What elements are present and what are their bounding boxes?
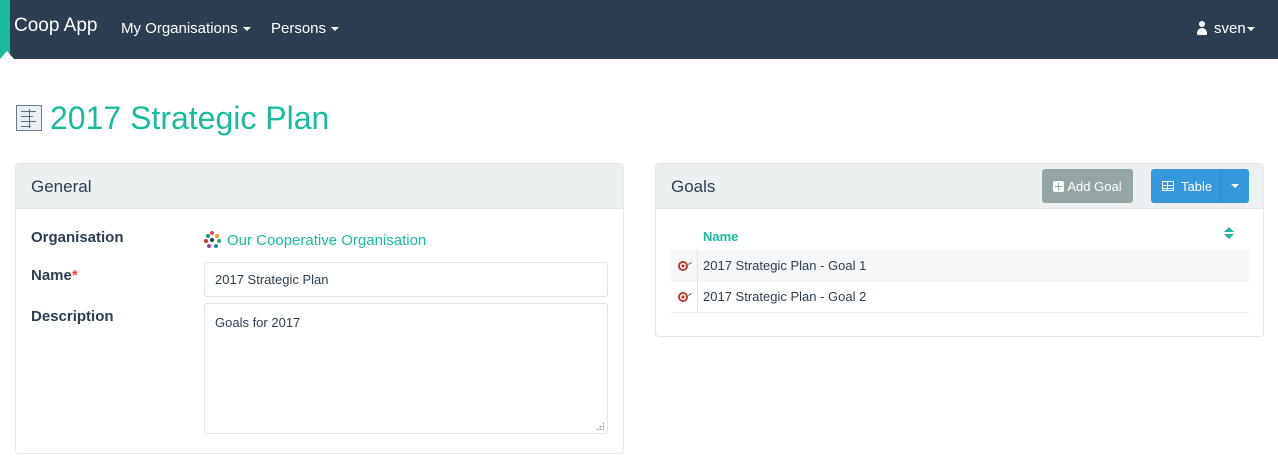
strategic-plan-icon <box>16 105 42 131</box>
row-icon-cell <box>671 281 698 312</box>
general-panel-title: General <box>31 177 92 196</box>
user-name: sven <box>1214 20 1246 37</box>
view-mode-button-group: Table <box>1151 169 1249 203</box>
name-input-value: 2017 Strategic Plan <box>215 272 329 287</box>
chevron-down-icon <box>1246 27 1255 32</box>
goals-panel-heading: Goals Add Goal Table <box>656 164 1263 209</box>
add-goal-button[interactable]: Add Goal <box>1042 169 1133 203</box>
plus-square-icon <box>1053 180 1065 192</box>
nav-persons-dropdown[interactable]: Persons <box>271 20 340 37</box>
cooperative-logo-icon <box>203 231 221 249</box>
name-label: Name* <box>31 267 78 284</box>
nav-persons-label: Persons <box>271 20 327 37</box>
resize-grip-icon[interactable] <box>596 422 604 430</box>
nav-my-organisations-label: My Organisations <box>121 20 238 37</box>
user-icon <box>1196 21 1208 35</box>
page-title: 2017 Strategic Plan <box>50 100 330 136</box>
goal-name[interactable]: 2017 Strategic Plan - Goal 2 <box>703 289 866 304</box>
chevron-down-icon <box>331 27 340 32</box>
organisation-label: Organisation <box>31 229 124 246</box>
page-header: 2017 Strategic Plan <box>16 98 329 138</box>
view-mode-dropdown-toggle[interactable] <box>1220 169 1249 203</box>
table-view-button[interactable]: Table <box>1151 169 1220 203</box>
target-icon <box>678 292 688 302</box>
add-goal-button-label: Add Goal <box>1067 178 1122 194</box>
icon-column-header <box>671 221 697 250</box>
sort-icon[interactable] <box>1224 227 1234 241</box>
target-icon <box>678 261 688 271</box>
organisation-link-text: Our Cooperative Organisation <box>227 231 427 249</box>
description-label: Description <box>31 308 114 325</box>
required-marker: * <box>71 267 78 284</box>
goals-panel: Goals Add Goal Table Name 2017 Strategic… <box>655 163 1264 337</box>
table-icon <box>1162 181 1174 191</box>
navbar-active-indicator <box>0 51 14 59</box>
chevron-down-icon <box>242 27 251 32</box>
chevron-down-icon <box>1231 184 1240 188</box>
nav-my-organisations-dropdown[interactable]: My Organisations <box>121 20 251 37</box>
goals-panel-title: Goals <box>671 177 716 196</box>
general-panel-heading: General <box>16 164 623 209</box>
table-row[interactable]: 2017 Strategic Plan - Goal 1 <box>671 250 1249 282</box>
name-column-header[interactable]: Name <box>703 229 738 244</box>
top-navbar: Coop App My Organisations Persons sven <box>0 0 1278 59</box>
goals-table-header: Name <box>671 221 1249 251</box>
table-view-button-label: Table <box>1181 178 1213 194</box>
goal-name[interactable]: 2017 Strategic Plan - Goal 1 <box>703 258 866 273</box>
name-input[interactable]: 2017 Strategic Plan <box>204 262 608 297</box>
user-menu-dropdown[interactable]: sven <box>1196 20 1255 37</box>
brand-link[interactable]: Coop App <box>14 15 97 37</box>
organisation-link[interactable]: Our Cooperative Organisation <box>203 231 426 249</box>
description-textarea[interactable]: Goals for 2017 <box>204 303 608 434</box>
table-row[interactable]: 2017 Strategic Plan - Goal 2 <box>671 281 1249 313</box>
row-icon-cell <box>671 250 698 281</box>
general-panel: General Organisation Our Cooperative Org… <box>15 163 624 454</box>
description-textarea-value: Goals for 2017 <box>215 315 301 330</box>
name-label-text: Name <box>31 267 72 284</box>
